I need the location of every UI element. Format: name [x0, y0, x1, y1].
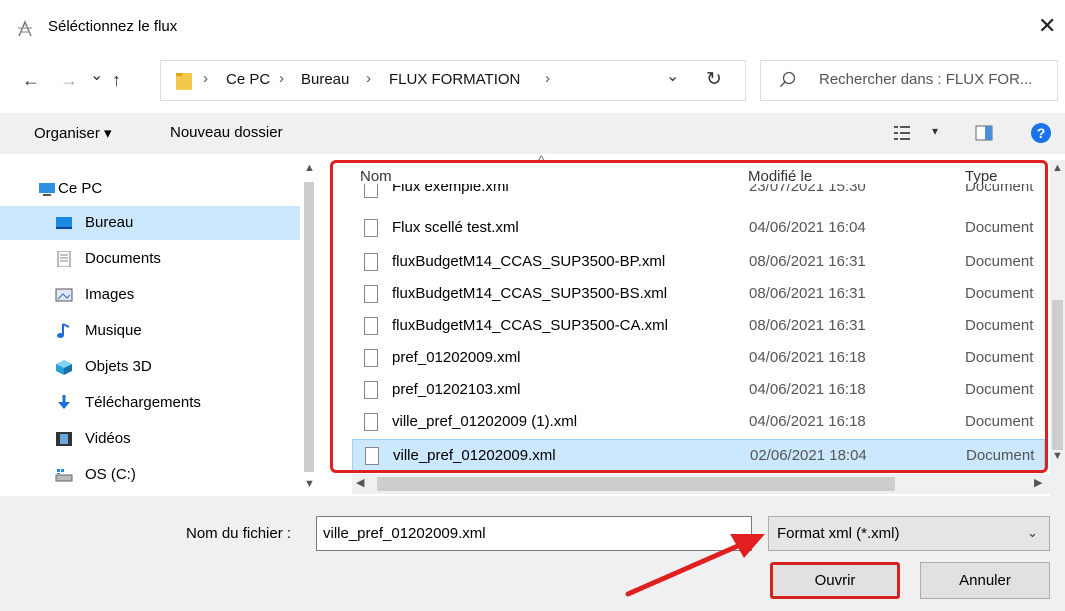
organiser-button[interactable]: Organiser ▾ [34, 124, 112, 142]
file-icon [364, 381, 378, 399]
forward-icon[interactable]: → [60, 70, 78, 90]
file-row[interactable]: pref_01202103.xml 04/06/2021 16:18 Docum… [352, 374, 1045, 407]
file-list-horizontal-scrollbar[interactable]: ◀ ▶ [352, 474, 1050, 494]
filename-label: Nom du fichier : [186, 525, 292, 542]
breadcrumb-bureau[interactable]: Bureau [301, 71, 349, 88]
tree-item-objets-3d[interactable]: Objets 3D [0, 350, 300, 384]
file-row[interactable]: ville_pref_01202009 (1).xml 04/06/2021 1… [352, 406, 1045, 439]
file-icon [364, 413, 378, 431]
file-row[interactable]: pref_01202009.xml 04/06/2021 16:18 Docum… [352, 342, 1045, 375]
file-icon [364, 349, 378, 367]
tree-item-os-c[interactable]: OS (C:) [0, 458, 300, 492]
file-icon [364, 285, 378, 303]
music-icon [57, 323, 70, 338]
file-icon [364, 253, 378, 271]
scroll-right-icon[interactable]: ▶ [1034, 476, 1042, 489]
search-box[interactable]: Rechercher dans : FLUX FOR... [760, 60, 1058, 101]
scroll-left-icon[interactable]: ◀ [356, 476, 364, 489]
scroll-thumb[interactable] [1052, 300, 1063, 450]
videos-icon [56, 432, 72, 446]
tree-item-musique[interactable]: Musique [0, 314, 300, 348]
file-list: Nom Modifié le Type ^ Flux exemple.xml 2… [330, 152, 1050, 496]
file-row[interactable]: fluxBudgetM14_CCAS_SUP3500-BS.xml 08/06/… [352, 278, 1045, 311]
tree-item-ce-pc[interactable]: Ce PC [0, 172, 300, 206]
file-icon [364, 219, 378, 237]
back-icon[interactable]: ← [22, 70, 40, 90]
column-header-name[interactable]: Nom [360, 168, 392, 185]
navigation-scrollbar[interactable]: ▲ ▼ [300, 160, 318, 496]
documents-icon [57, 251, 71, 267]
cancel-button[interactable]: Annuler [920, 562, 1050, 599]
column-header-modified[interactable]: Modifié le [748, 168, 812, 185]
file-list-vertical-scrollbar[interactable]: ▲ ▼ [1050, 160, 1065, 496]
up-icon[interactable]: ↑ [112, 70, 121, 90]
objects3d-icon [56, 360, 72, 375]
view-options-icon[interactable] [894, 125, 912, 141]
file-row[interactable]: fluxBudgetM14_CCAS_SUP3500-BP.xml 08/06/… [352, 246, 1045, 279]
refresh-icon[interactable]: ↻ [706, 68, 722, 91]
file-open-dialog: Séléctionnez le flux ✕ ← → ⌄ ↑ › Ce PC ›… [0, 0, 1065, 611]
scroll-thumb[interactable] [377, 477, 895, 491]
navigation-pane: Ce PC Bureau Documents Images Musique Ob… [0, 160, 318, 496]
svg-text:?: ? [1037, 125, 1046, 141]
scroll-down-icon[interactable]: ▼ [304, 478, 315, 490]
folder-icon [176, 73, 192, 90]
view-dropdown-icon[interactable]: ▾ [932, 124, 938, 138]
breadcrumb-separator: › [203, 70, 208, 87]
file-row[interactable]: Flux scellé test.xml 04/06/2021 16:04 Do… [352, 212, 1045, 245]
desktop-icon [56, 217, 72, 229]
search-placeholder: Rechercher dans : FLUX FOR... [819, 71, 1033, 88]
file-icon [364, 317, 378, 335]
toolbar: Organiser ▾ Nouveau dossier ▾ ? [0, 113, 1065, 154]
scroll-down-icon[interactable]: ▼ [1052, 450, 1063, 462]
address-dropdown-icon[interactable]: ⌄ [666, 66, 679, 86]
dialog-footer: Nom du fichier : ville_pref_01202009.xml… [0, 496, 1065, 611]
close-icon[interactable]: ✕ [1038, 14, 1056, 38]
tree-item-documents[interactable]: Documents [0, 242, 300, 276]
help-icon[interactable]: ? [1030, 122, 1052, 144]
file-type-select[interactable]: Format xml (*.xml) ⌄ [768, 516, 1050, 551]
tree-item-videos[interactable]: Vidéos [0, 422, 300, 456]
breadcrumb-flux-formation[interactable]: FLUX FORMATION [389, 71, 520, 88]
address-bar[interactable]: › Ce PC › Bureau › FLUX FORMATION › ⌄ [160, 60, 746, 101]
breadcrumb-ce-pc[interactable]: Ce PC [226, 71, 270, 88]
drive-icon [55, 469, 73, 482]
tree-item-images[interactable]: Images [0, 278, 300, 312]
file-row[interactable]: Flux exemple.xml 23/07/2021 15:30 Docume… [352, 184, 1045, 198]
title-bar: Séléctionnez le flux ✕ [0, 0, 1065, 58]
file-icon [364, 184, 378, 198]
file-row[interactable]: fluxBudgetM14_CCAS_SUP3500-CA.xml 08/06/… [352, 310, 1045, 343]
preview-pane-icon[interactable] [975, 125, 993, 141]
scroll-up-icon[interactable]: ▲ [304, 162, 315, 174]
app-icon [18, 20, 32, 37]
new-folder-button[interactable]: Nouveau dossier [170, 124, 283, 141]
chevron-down-icon: ⌄ [1027, 525, 1038, 540]
pc-icon [39, 183, 55, 196]
downloads-icon [58, 395, 70, 409]
scroll-up-icon[interactable]: ▲ [1052, 162, 1063, 174]
breadcrumb-separator: › [366, 70, 371, 87]
red-arrow-annotation [625, 534, 765, 597]
recent-locations-icon[interactable]: ⌄ [90, 66, 103, 86]
open-button[interactable]: Ouvrir [770, 562, 900, 599]
images-icon [55, 288, 73, 302]
tree-item-telechargements[interactable]: Téléchargements [0, 386, 300, 420]
sort-indicator-icon: ^ [538, 152, 545, 168]
dialog-title: Séléctionnez le flux [48, 18, 178, 35]
breadcrumb-separator: › [279, 70, 284, 87]
file-row-selected[interactable]: ville_pref_01202009.xml 02/06/2021 18:04… [352, 439, 1045, 472]
tree-item-bureau[interactable]: Bureau [0, 206, 300, 240]
search-icon [779, 71, 796, 88]
breadcrumb-separator: › [545, 70, 550, 87]
file-icon [365, 447, 379, 465]
column-header-type[interactable]: Type [965, 168, 998, 185]
